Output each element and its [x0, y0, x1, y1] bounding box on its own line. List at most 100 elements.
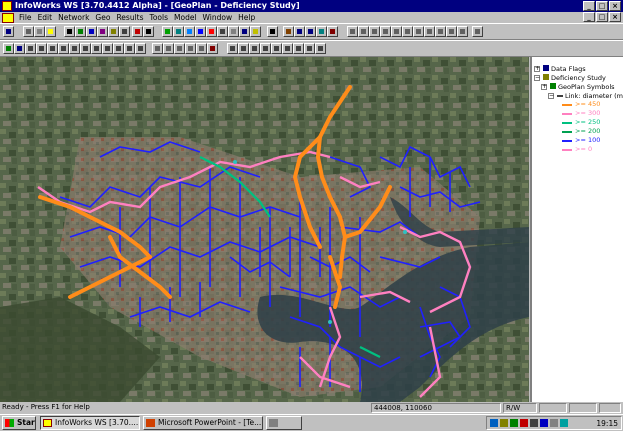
label-icon[interactable] — [113, 43, 124, 54]
filter-icon[interactable] — [80, 43, 91, 54]
step-forward-icon[interactable] — [402, 26, 413, 37]
print-preview-icon[interactable] — [34, 26, 45, 37]
zoom-in-icon[interactable] — [294, 26, 305, 37]
layer-icon[interactable] — [135, 43, 146, 54]
pause-icon[interactable] — [369, 26, 380, 37]
redo-icon[interactable] — [293, 43, 304, 54]
snapshot-icon[interactable] — [196, 43, 207, 54]
north-arrow-icon[interactable] — [249, 43, 260, 54]
properties-icon[interactable] — [250, 26, 261, 37]
find-icon[interactable] — [102, 43, 113, 54]
info-icon[interactable] — [315, 43, 326, 54]
results-icon[interactable] — [173, 26, 184, 37]
pan-icon[interactable] — [267, 26, 278, 37]
validate-icon[interactable] — [184, 26, 195, 37]
step-back-icon[interactable] — [358, 26, 369, 37]
graph-icon[interactable] — [206, 26, 217, 37]
expand-symbols-toggle[interactable]: + — [541, 84, 547, 90]
grid-view-icon[interactable] — [14, 43, 25, 54]
taskbar-powerpoint[interactable]: Microsoft PowerPoint - [Te... — [143, 416, 263, 430]
mdi-minimize-button[interactable]: _ — [583, 12, 595, 22]
window-icon[interactable] — [239, 26, 250, 37]
mdi-restore-button[interactable]: □ — [596, 12, 608, 22]
menu-results[interactable]: Results — [113, 12, 146, 23]
refresh-icon[interactable] — [271, 43, 282, 54]
hand-icon[interactable] — [283, 26, 294, 37]
taskbar-infoworks[interactable]: InfoWorks WS [3.70.... — [40, 416, 140, 430]
rewind-icon[interactable] — [347, 26, 358, 37]
tree-item-geoplan-symbols[interactable]: GeoPlan Symbols — [550, 83, 615, 91]
run-icon[interactable] — [162, 26, 173, 37]
menu-file[interactable]: File — [16, 12, 35, 23]
tree-item-data-flags[interactable]: Data Flags — [543, 65, 586, 73]
save-icon[interactable] — [3, 26, 14, 37]
edit-tool-icon[interactable] — [108, 26, 119, 37]
stop-icon[interactable] — [435, 26, 446, 37]
menu-model[interactable]: Model — [171, 12, 200, 23]
table-icon[interactable] — [228, 26, 239, 37]
app-icon[interactable] — [2, 1, 12, 11]
expand-data-flags-toggle[interactable]: + — [534, 66, 540, 72]
network-icon[interactable] — [195, 26, 206, 37]
tree-item-link-diameter[interactable]: Link: diameter (mm — [557, 92, 623, 100]
export-icon[interactable] — [69, 43, 80, 54]
animate-icon[interactable] — [472, 26, 483, 37]
fast-forward-icon[interactable] — [413, 26, 424, 37]
node-tool-icon[interactable] — [75, 26, 86, 37]
report-icon[interactable] — [47, 43, 58, 54]
tray-alert-icon[interactable] — [520, 419, 528, 427]
record-icon[interactable] — [446, 26, 457, 37]
play-back-icon[interactable] — [380, 26, 391, 37]
help-icon[interactable] — [45, 26, 56, 37]
menu-edit[interactable]: Edit — [35, 12, 56, 23]
volume-tray-icon[interactable] — [500, 419, 508, 427]
minimize-button[interactable]: _ — [583, 1, 595, 11]
end-icon[interactable] — [424, 26, 435, 37]
profile-icon[interactable] — [185, 43, 196, 54]
sort-icon[interactable] — [91, 43, 102, 54]
taskbar-window-3[interactable] — [266, 416, 302, 430]
loop-icon[interactable] — [457, 26, 468, 37]
start-button[interactable]: Start — [2, 416, 36, 430]
menu-tools[interactable]: Tools — [147, 12, 171, 23]
play-icon[interactable] — [391, 26, 402, 37]
maximize-button[interactable]: □ — [596, 1, 608, 11]
menu-window[interactable]: Window — [200, 12, 236, 23]
document-icon[interactable] — [2, 12, 14, 23]
grid-toggle-icon[interactable] — [304, 43, 315, 54]
tray-language-icon[interactable] — [540, 419, 548, 427]
polygon-tool-icon[interactable] — [97, 26, 108, 37]
properties-sheet-icon[interactable] — [260, 43, 271, 54]
geoplan-map[interactable] — [0, 57, 529, 402]
mdi-close-button[interactable]: × — [609, 12, 621, 22]
legend-icon[interactable] — [238, 43, 249, 54]
table-view-icon[interactable] — [25, 43, 36, 54]
menu-help[interactable]: Help — [235, 12, 258, 23]
import-icon[interactable] — [58, 43, 69, 54]
theme-icon[interactable] — [124, 43, 135, 54]
scale-icon[interactable] — [227, 43, 238, 54]
overlay-icon[interactable] — [163, 43, 174, 54]
hydrant-tool-icon[interactable] — [132, 26, 143, 37]
undo-icon[interactable] — [282, 43, 293, 54]
list-view-icon[interactable] — [36, 43, 47, 54]
print-icon[interactable] — [23, 26, 34, 37]
bar-tool-icon[interactable] — [143, 26, 154, 37]
collapse-link-diameter-toggle[interactable]: − — [548, 93, 554, 99]
menu-geo[interactable]: Geo — [92, 12, 113, 23]
select-arrow-icon[interactable] — [64, 26, 75, 37]
tray-app-icon[interactable] — [510, 419, 518, 427]
zoom-window-icon[interactable] — [327, 26, 338, 37]
measure-tool-icon[interactable] — [119, 26, 130, 37]
contour-icon[interactable] — [174, 43, 185, 54]
network-tray-icon[interactable] — [490, 419, 498, 427]
tray-sync-icon[interactable] — [560, 419, 568, 427]
collapse-deficiency-toggle[interactable]: − — [534, 75, 540, 81]
close-button[interactable]: × — [609, 1, 621, 11]
zoom-extents-icon[interactable] — [316, 26, 327, 37]
tree-item-deficiency-study[interactable]: Deficiency Study — [543, 74, 606, 82]
menu-network[interactable]: Network — [55, 12, 92, 23]
link-tool-icon[interactable] — [86, 26, 97, 37]
geoplan-icon[interactable] — [3, 43, 14, 54]
background-icon[interactable] — [152, 43, 163, 54]
